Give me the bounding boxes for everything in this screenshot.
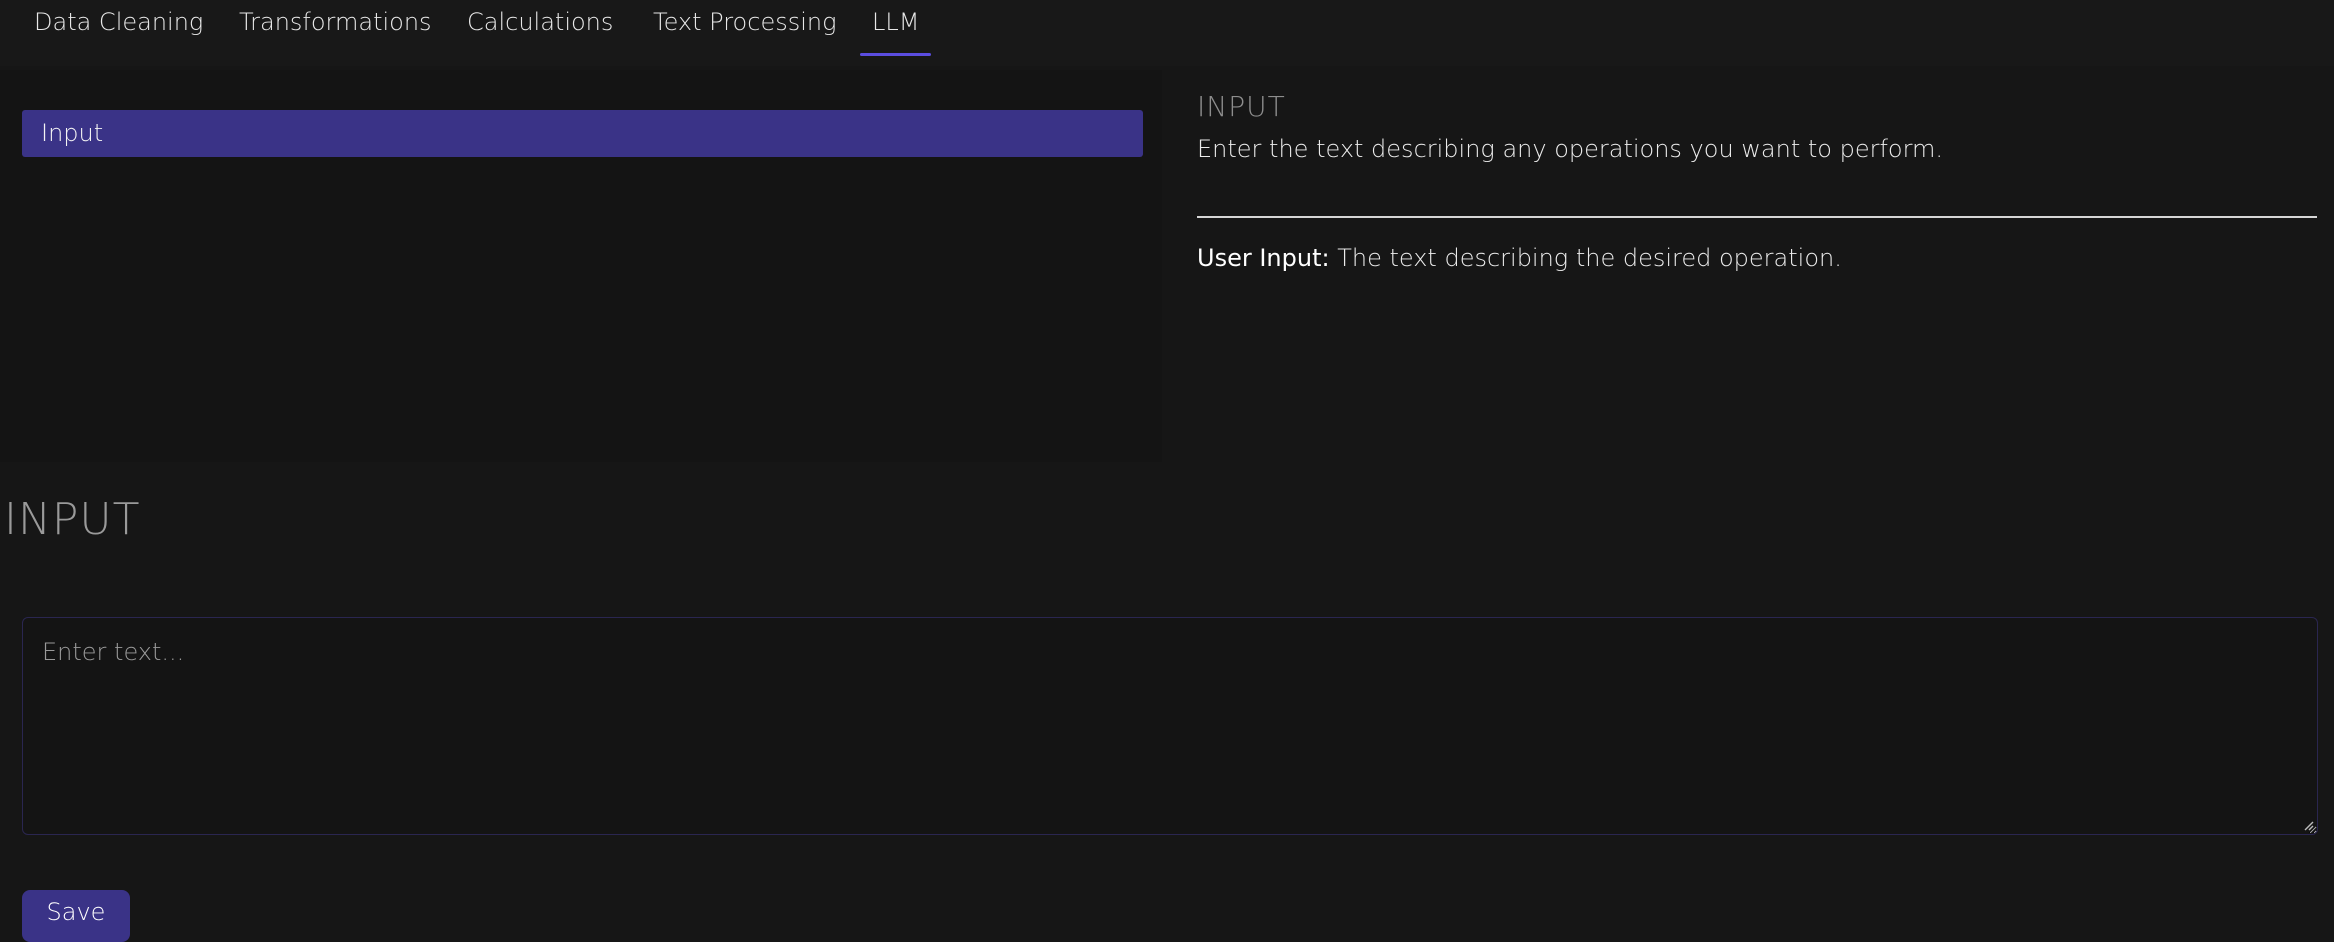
operation-item-input[interactable]: Input <box>22 110 1143 157</box>
parameter-name: User Input: <box>1197 244 1330 272</box>
tab-label: Calculations <box>467 8 614 36</box>
parameter-description: User Input: The text describing the desi… <box>1197 244 1842 272</box>
tab-transformations[interactable]: Transformations <box>239 0 432 56</box>
tab-calculations[interactable]: Calculations <box>467 0 613 56</box>
tab-label: Data Cleaning <box>34 8 204 36</box>
operation-list-panel: Input <box>0 70 1162 462</box>
operation-item-label: Input <box>41 119 104 147</box>
tab-label: Text Processing <box>653 8 837 36</box>
tab-text-processing[interactable]: Text Processing <box>653 0 837 56</box>
active-tab-indicator <box>860 53 932 56</box>
tab-bar: Data Cleaning Transformations Calculatio… <box>0 0 2334 66</box>
operation-details-panel: INPUT Enter the text describing any oper… <box>1170 70 2334 462</box>
tab-data-cleaning[interactable]: Data Cleaning <box>34 0 203 56</box>
parameter-text: The text describing the desired operatio… <box>1329 244 1842 272</box>
details-description: Enter the text describing any operations… <box>1197 135 1944 163</box>
details-title: INPUT <box>1197 90 1286 123</box>
tab-label: LLM <box>872 8 920 36</box>
tab-label: Transformations <box>239 8 432 36</box>
editor-title: INPUT <box>4 494 141 545</box>
tab-llm[interactable]: LLM <box>860 0 932 56</box>
text-input[interactable] <box>22 617 2318 835</box>
save-button[interactable]: Save <box>22 890 130 942</box>
details-divider <box>1197 216 2317 218</box>
